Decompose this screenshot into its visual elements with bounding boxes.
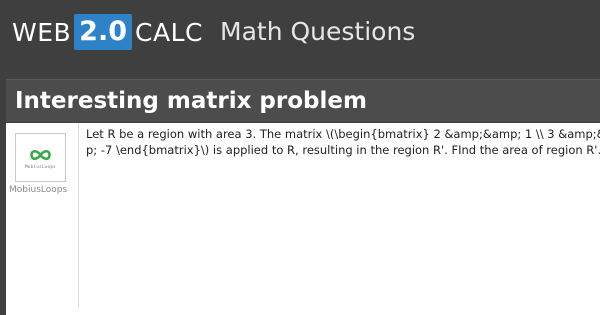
site-logo[interactable]: WEB 2.0 CALC bbox=[12, 12, 203, 52]
logo-calc-text: CALC bbox=[135, 17, 203, 47]
question-body: Let R be a region with area 3. The matri… bbox=[86, 127, 600, 157]
question-title: Interesting matrix problem bbox=[15, 88, 367, 114]
site-header: WEB 2.0 CALC Math Questions bbox=[0, 0, 600, 62]
infinity-icon: MobiusLoops bbox=[25, 149, 56, 169]
logo-version-badge: 2.0 bbox=[74, 14, 133, 50]
section-title[interactable]: Math Questions bbox=[220, 12, 415, 52]
avatar[interactable]: MobiusLoops bbox=[15, 133, 66, 182]
username[interactable]: MobiusLoops bbox=[9, 185, 67, 195]
question-title-bar: Interesting matrix problem bbox=[6, 79, 600, 122]
logo-web-text: WEB bbox=[12, 17, 72, 47]
question-panel: MobiusLoops MobiusLoops Let R be a regio… bbox=[6, 123, 600, 315]
avatar-text: MobiusLoops bbox=[25, 164, 56, 169]
user-column: MobiusLoops MobiusLoops bbox=[6, 123, 79, 308]
